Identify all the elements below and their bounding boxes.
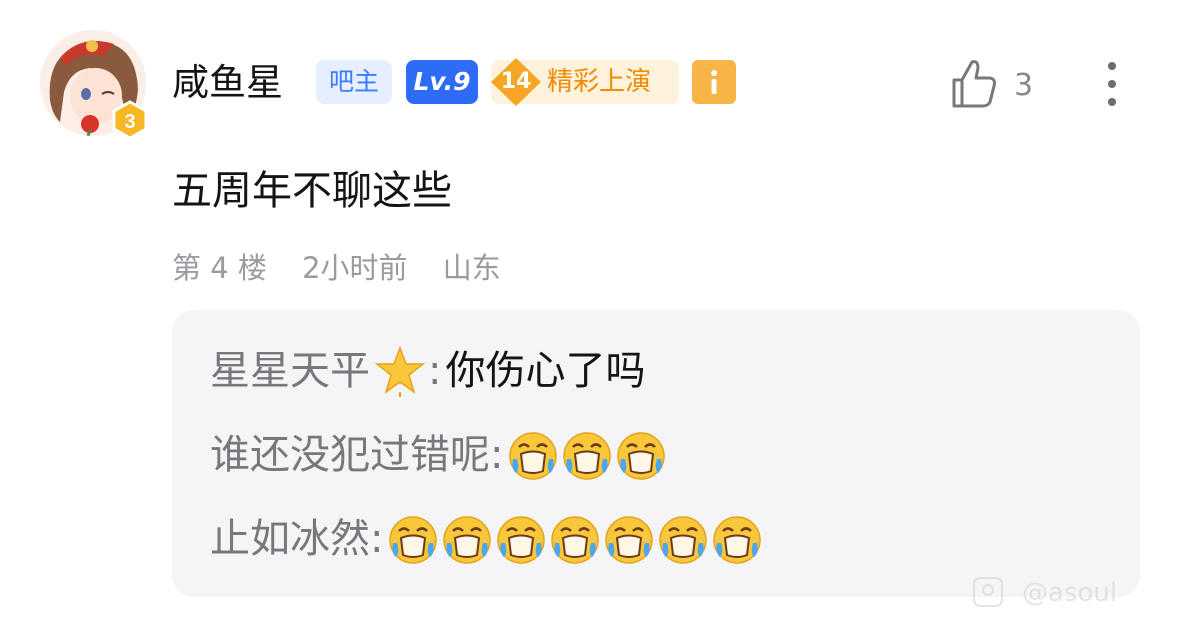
crying-emoji-icon (605, 516, 654, 564)
avatar[interactable]: 3 (40, 30, 150, 148)
crying-emoji-icon (551, 516, 600, 564)
crying-emoji-icon (389, 516, 438, 564)
reply-item[interactable]: 止如冰然 : (210, 510, 765, 568)
comment-meta: 第 4 楼 2小时前 山东 (172, 246, 527, 290)
reply-author[interactable]: 止如冰然 (210, 510, 370, 568)
reply-separator: : (370, 516, 384, 562)
reply-author[interactable]: 谁还没犯过错呢 (210, 426, 490, 484)
crying-emoji-icon (563, 432, 612, 480)
reply-item[interactable]: 星星天平 : 你伤心了吗 (210, 342, 645, 400)
bazhu-tag[interactable]: 吧主 (316, 60, 392, 104)
star-emoji-icon (374, 345, 426, 397)
crying-emoji-icon (509, 432, 558, 480)
watermark: @asoul (972, 576, 1179, 610)
crying-emoji-icon (443, 516, 492, 564)
reply-separator: : (490, 432, 504, 478)
crying-emoji-icon (617, 432, 666, 480)
username[interactable]: 咸鱼星 (172, 58, 283, 108)
crying-emoji-icon (659, 516, 708, 564)
post-time: 2小时前 (302, 251, 408, 285)
more-options-icon[interactable] (1094, 56, 1130, 112)
info-icon[interactable] (692, 60, 736, 104)
rank-number: 14 (500, 69, 532, 94)
reply-list[interactable]: 星星天平 : 你伤心了吗 谁还没犯过错呢 : 止如冰然 : (172, 310, 1140, 597)
watermark-logo-icon (973, 577, 1003, 607)
level-badge-icon: 3 (110, 100, 150, 140)
like-count: 3 (1014, 68, 1034, 103)
post-location: 山东 (442, 251, 501, 285)
reply-item[interactable]: 谁还没犯过错呢 : (210, 426, 669, 484)
floor-number: 第 4 楼 (172, 251, 267, 285)
level-tag[interactable]: Lv.9 (406, 60, 478, 104)
thumbs-up-icon[interactable] (948, 56, 1000, 112)
reply-emojis (507, 429, 669, 481)
reply-emojis (387, 513, 765, 565)
crying-emoji-icon (497, 516, 546, 564)
crying-emoji-icon (713, 516, 762, 564)
rank-title: 精彩上演 (547, 67, 652, 97)
reply-author[interactable]: 星星天平 (210, 342, 370, 400)
comment-text: 五周年不聊这些 (172, 168, 452, 214)
reply-text: 你伤心了吗 (445, 348, 646, 394)
watermark-text: @asoul (1022, 578, 1118, 608)
rank-tag[interactable]: 14 精彩上演 (491, 58, 679, 106)
level-badge-number: 3 (124, 111, 135, 133)
reply-separator: : (428, 348, 442, 394)
